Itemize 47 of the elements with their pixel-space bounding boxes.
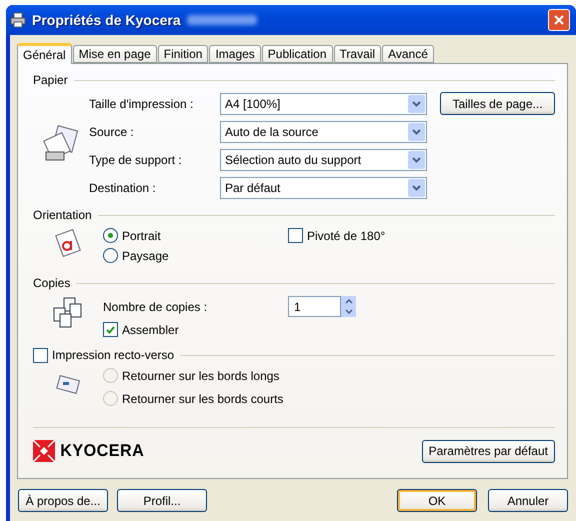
radio-option[interactable]: Portrait (103, 228, 288, 243)
tab[interactable]: Finition (158, 45, 208, 63)
caret-icon (412, 185, 421, 191)
tab[interactable]: Mise en page (72, 45, 157, 63)
field-label: Destination : (89, 181, 157, 195)
section-heading: Papier (33, 73, 68, 87)
field-label: Taille d'impression : (89, 96, 194, 110)
blurred-text (186, 15, 257, 25)
printer-icon (10, 12, 26, 28)
close-button[interactable] (548, 9, 570, 31)
dropdown[interactable]: A4 [100%] (220, 92, 427, 114)
window-title: Propriétés de Kyocera (32, 12, 181, 28)
checkmark-icon (106, 326, 115, 334)
checkbox-option[interactable]: Assembler (103, 322, 356, 337)
section-heading: Copies (33, 276, 70, 290)
field-label: Nombre de copies : (103, 300, 208, 314)
footer-button[interactable]: À propos de... (18, 489, 108, 512)
section-heading: Orientation (33, 208, 92, 222)
caret-icon (412, 129, 421, 135)
copies-field[interactable]: 1 (288, 296, 341, 317)
checkbox-option[interactable]: Pivoté de 180° (288, 228, 386, 243)
brand-logo: KYOCERA (33, 440, 147, 462)
field-label: Source : (89, 125, 135, 139)
paper-stack-icon (41, 124, 81, 164)
tab[interactable]: Publication (262, 45, 333, 63)
dropdown[interactable]: Sélection auto du support (220, 149, 427, 171)
checkbox-option[interactable]: Impression recto-verso (33, 348, 174, 362)
dropdown[interactable]: Par défaut (220, 177, 427, 199)
dropdown[interactable]: Auto de la source (220, 121, 427, 143)
page-sizes-button[interactable]: Tailles de page... (440, 92, 555, 115)
radio-option[interactable]: Paysage (103, 248, 288, 263)
caret-icon (412, 157, 421, 163)
checkbox[interactable] (33, 348, 48, 362)
defaults-button[interactable]: Paramètres par défaut (422, 440, 555, 462)
field-label: Type de support : (89, 153, 183, 167)
footer-button[interactable]: OK (397, 489, 477, 512)
footer-button[interactable]: Profil... (117, 489, 207, 512)
checkbox[interactable] (103, 322, 118, 337)
caret-icon (412, 100, 421, 106)
close-icon (553, 14, 565, 26)
checkbox[interactable] (288, 228, 303, 243)
spinner-arrows[interactable] (341, 296, 356, 317)
tab[interactable]: Images (209, 45, 261, 63)
tab[interactable]: Avancé (382, 45, 434, 63)
footer-button[interactable]: Annuler (488, 489, 568, 512)
tab[interactable]: Travail (334, 45, 382, 63)
tab[interactable]: Général (17, 43, 72, 64)
